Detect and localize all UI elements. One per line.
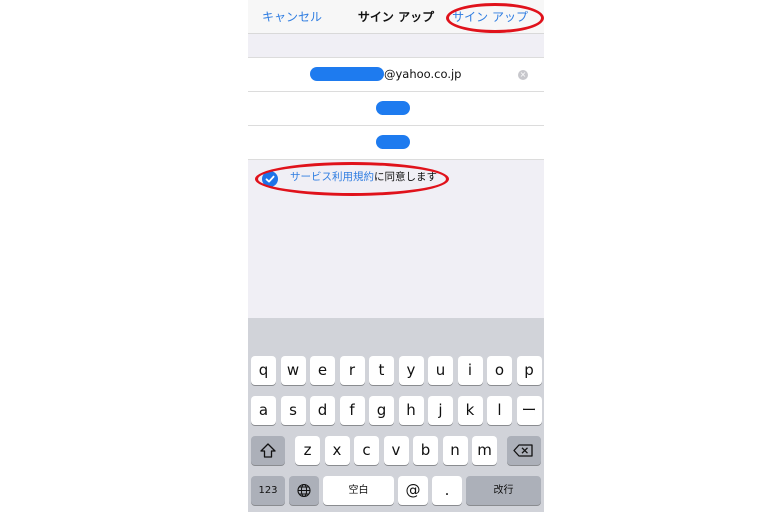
period-key[interactable]: . [432, 476, 462, 505]
key-k[interactable]: k [457, 396, 483, 425]
key-m[interactable]: m [472, 436, 497, 465]
key-ー[interactable]: ー [516, 396, 542, 425]
key-o[interactable]: o [487, 356, 512, 385]
key-x[interactable]: x [324, 436, 350, 465]
redacted-confirm-password [376, 135, 410, 149]
return-key[interactable]: 改行 [466, 476, 541, 505]
terms-checkbox[interactable] [262, 171, 278, 187]
key-w[interactable]: w [280, 356, 306, 385]
numbers-key[interactable]: 123 [251, 476, 285, 505]
email-domain-text: @yahoo.co.jp [384, 67, 462, 81]
agree-suffix: に同意します [374, 171, 437, 183]
key-h[interactable]: h [398, 396, 424, 425]
terms-label: サービス利用規約に同意します [290, 170, 437, 184]
redacted-password [376, 101, 410, 115]
key-g[interactable]: g [369, 396, 394, 425]
checkmark-icon [265, 175, 275, 183]
navigation-bar: キャンセル サイン アップ サイン アップ [248, 0, 544, 34]
key-c[interactable]: c [354, 436, 379, 465]
terms-of-service-link[interactable]: サービス利用規約 [290, 171, 374, 183]
key-f[interactable]: f [339, 396, 365, 425]
delete-key[interactable] [507, 436, 541, 465]
shift-key[interactable] [251, 436, 285, 465]
key-z[interactable]: z [295, 436, 320, 465]
key-b[interactable]: b [413, 436, 438, 465]
sign-up-button[interactable]: サイン アップ [452, 8, 528, 25]
email-field[interactable]: @yahoo.co.jp × [248, 57, 544, 92]
key-d[interactable]: d [310, 396, 335, 425]
globe-key[interactable] [289, 476, 319, 505]
key-s[interactable]: s [280, 396, 306, 425]
key-a[interactable]: a [251, 396, 276, 425]
key-i[interactable]: i [457, 356, 483, 385]
confirm-password-field[interactable] [248, 126, 544, 160]
space-key[interactable]: 空白 [323, 476, 394, 505]
key-y[interactable]: y [398, 356, 424, 385]
phone-screen: キャンセル サイン アップ サイン アップ @yahoo.co.jp × サービ… [248, 0, 544, 512]
key-r[interactable]: r [339, 356, 365, 385]
key-e[interactable]: e [310, 356, 335, 385]
redacted-email-user [310, 67, 384, 81]
key-v[interactable]: v [383, 436, 409, 465]
key-p[interactable]: p [516, 356, 542, 385]
clear-icon[interactable]: × [518, 70, 528, 80]
key-q[interactable]: q [251, 356, 276, 385]
key-u[interactable]: u [428, 356, 453, 385]
shift-icon [260, 443, 276, 458]
key-l[interactable]: l [487, 396, 512, 425]
key-n[interactable]: n [442, 436, 468, 465]
keyboard: qwertyuiop asdfghjklー zxcvbnm 123 空白 @ .… [248, 318, 544, 512]
at-key[interactable]: @ [398, 476, 428, 505]
globe-icon [297, 483, 311, 498]
key-t[interactable]: t [369, 356, 394, 385]
password-field[interactable] [248, 92, 544, 126]
backspace-icon [513, 444, 533, 457]
key-j[interactable]: j [428, 396, 453, 425]
